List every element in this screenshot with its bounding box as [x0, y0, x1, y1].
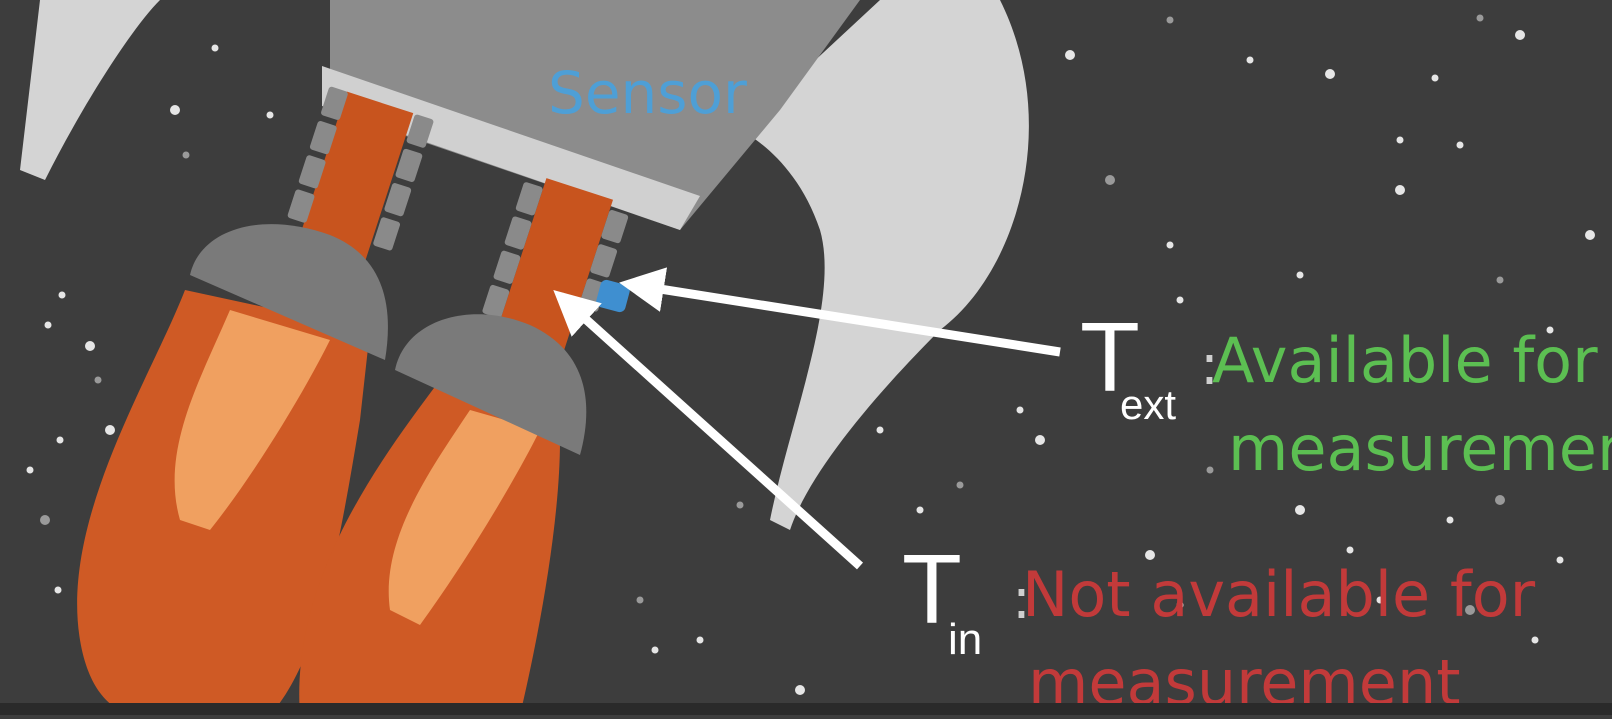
star [736, 501, 744, 509]
star [1585, 230, 1595, 240]
star [1395, 185, 1405, 195]
star [1446, 516, 1454, 524]
star [26, 466, 34, 474]
t-ext-status-line2: measurement [1228, 412, 1612, 485]
star [1016, 406, 1024, 414]
star [636, 596, 644, 604]
star [85, 341, 95, 351]
star [1246, 56, 1254, 64]
t-ext-status-line1: Available for [1212, 324, 1598, 397]
star [170, 105, 180, 115]
star [1035, 435, 1045, 445]
star [1495, 495, 1505, 505]
star [1396, 136, 1404, 144]
star [94, 376, 102, 384]
star [1556, 556, 1564, 564]
star [916, 506, 924, 514]
star [795, 685, 805, 695]
star [58, 291, 66, 299]
star [1476, 14, 1484, 22]
star [1105, 175, 1115, 185]
star [1166, 241, 1174, 249]
star [211, 44, 219, 52]
t-in-subscript: in [948, 615, 983, 664]
star [40, 515, 50, 525]
star [956, 481, 964, 489]
star [44, 321, 52, 329]
star [1456, 141, 1464, 149]
star [1531, 636, 1539, 644]
star [182, 151, 190, 159]
star [1296, 271, 1304, 279]
star [696, 636, 704, 644]
star [1176, 296, 1184, 304]
t-in-status-line1: Not available for [1022, 558, 1536, 631]
rocket-fin-left [20, 0, 160, 180]
star [1166, 16, 1174, 24]
star [1295, 505, 1305, 515]
star [105, 425, 115, 435]
star [1346, 546, 1354, 554]
sensor-label: Sensor [548, 59, 747, 127]
bottom-strip [0, 703, 1612, 715]
star [1496, 276, 1504, 284]
star [56, 436, 64, 444]
star [1065, 50, 1075, 60]
star [651, 646, 659, 654]
star [876, 426, 884, 434]
star [1206, 466, 1214, 474]
star [1431, 74, 1439, 82]
star [54, 586, 62, 594]
star [1325, 69, 1335, 79]
t-ext-subscript: ext [1120, 381, 1177, 428]
star [1515, 30, 1525, 40]
star [266, 111, 274, 119]
